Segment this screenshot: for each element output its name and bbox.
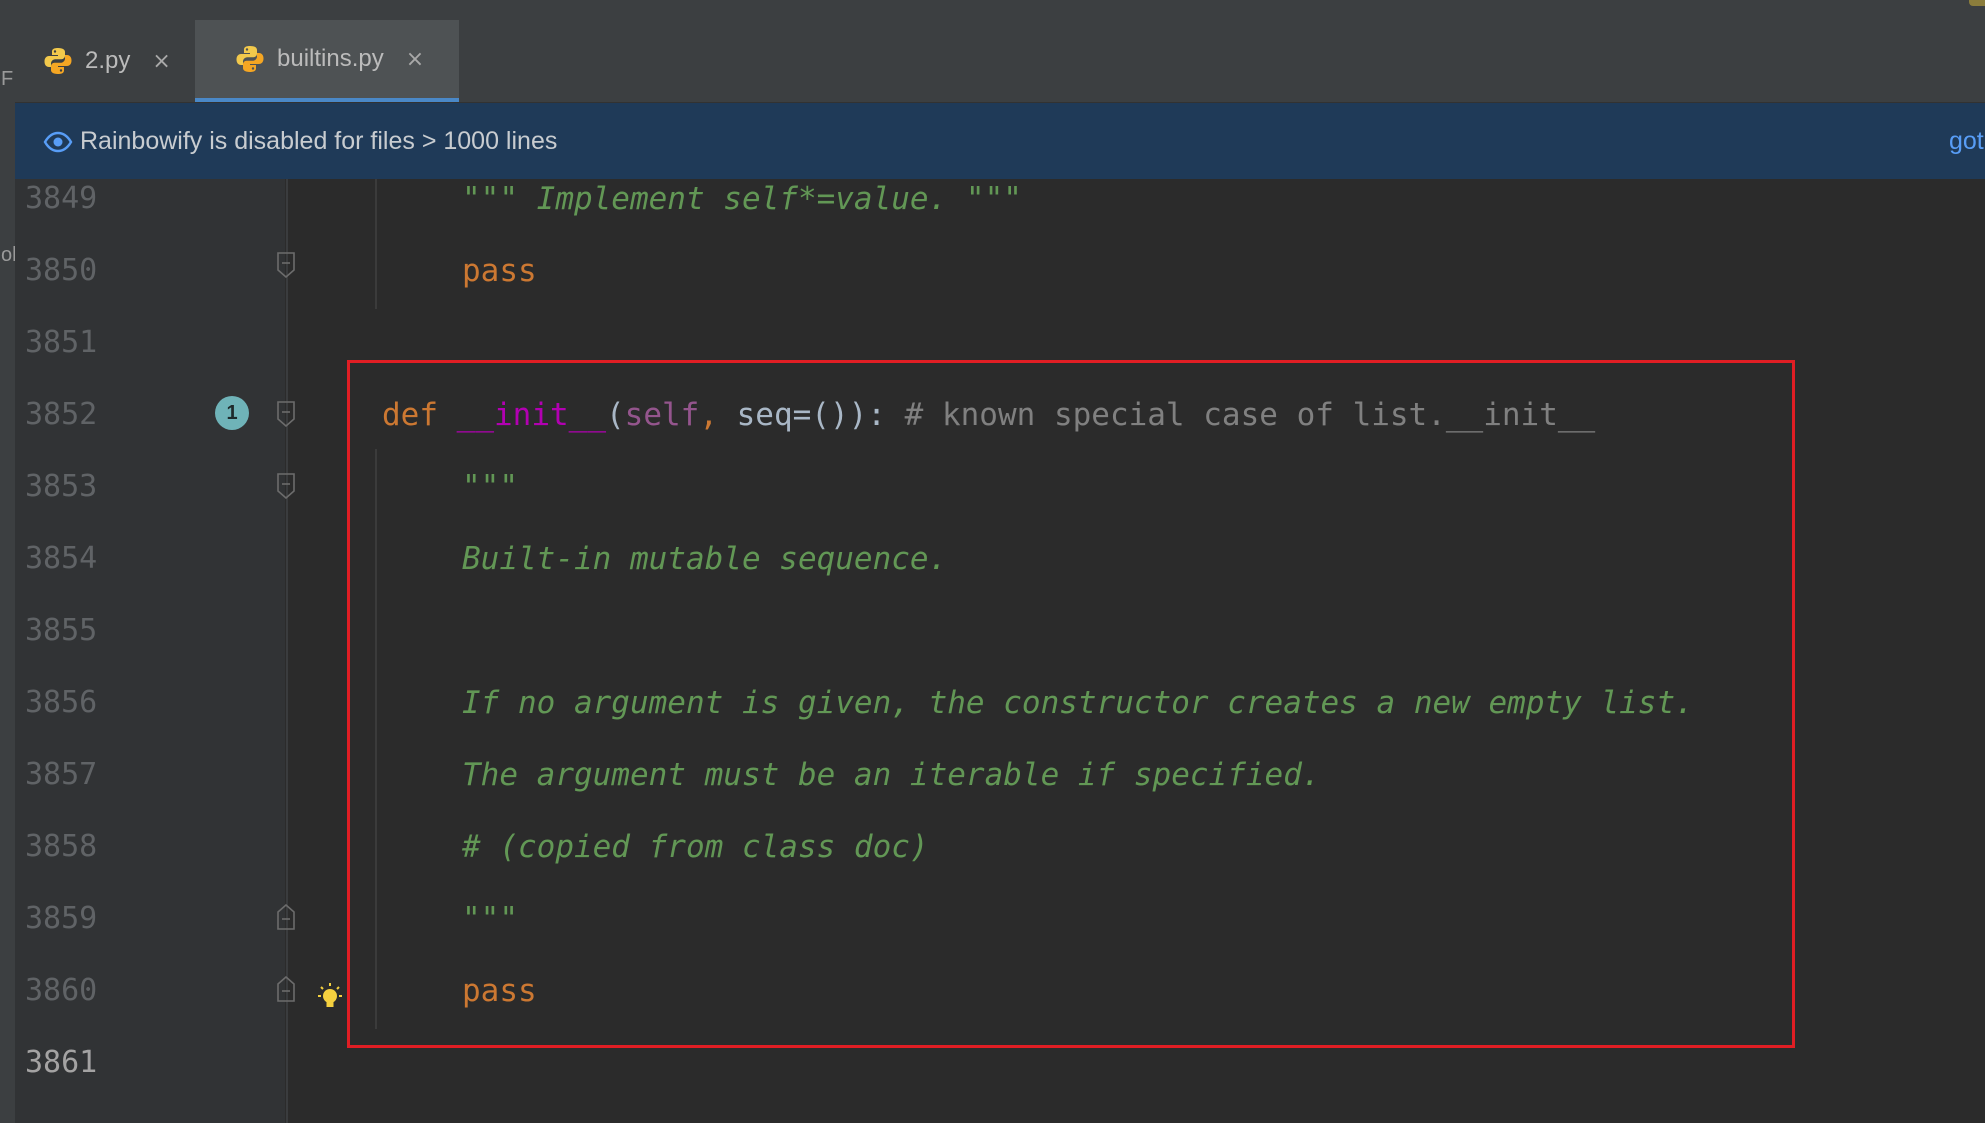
line-number: 3853 <box>25 469 98 504</box>
line-number: 3851 <box>25 325 98 360</box>
fold-icon[interactable] <box>276 473 296 499</box>
status-indicator <box>1969 0 1985 6</box>
line-number: 3854 <box>25 541 98 576</box>
python-icon <box>44 48 72 74</box>
left-strip-text-top: F <box>1 68 14 90</box>
close-icon[interactable]: × <box>406 47 424 72</box>
line-number: 3860 <box>25 973 98 1008</box>
line-number: 3859 <box>25 901 98 936</box>
line-number: 3856 <box>25 685 98 720</box>
fold-icon[interactable] <box>276 976 296 1002</box>
code-line: """ Implement self*=value. """ <box>462 181 1022 217</box>
fold-icon[interactable] <box>276 252 296 278</box>
tab-label: builtins.py <box>277 45 384 72</box>
line-number: 3850 <box>25 253 98 288</box>
override-badge-icon[interactable]: 1 <box>215 396 249 430</box>
editor-tab-bar: 2.py × builtins.py × <box>15 0 1985 103</box>
annotation-highlight-box <box>347 360 1795 1048</box>
code-line: pass <box>462 253 537 289</box>
banner-message: Rainbowify is disabled for files > 1000 … <box>80 127 558 155</box>
fold-icon[interactable] <box>276 904 296 930</box>
banner-action-link[interactable]: got <box>1949 127 1985 156</box>
indent-guide <box>375 179 377 309</box>
fold-icon[interactable] <box>276 401 296 427</box>
eye-icon <box>43 131 73 153</box>
left-tool-strip: F ol <box>0 0 17 1123</box>
line-number: 3855 <box>25 613 98 648</box>
line-number: 3858 <box>25 829 98 864</box>
tab-2py[interactable]: 2.py × <box>43 20 213 102</box>
python-icon <box>236 46 264 72</box>
line-number: 3857 <box>25 757 98 792</box>
tab-builtins[interactable]: builtins.py × <box>195 20 459 102</box>
notification-banner: Rainbowify is disabled for files > 1000 … <box>15 103 1985 179</box>
line-number: 3849 <box>25 181 98 216</box>
intention-bulb-icon[interactable] <box>315 982 345 1014</box>
tab-label: 2.py <box>85 47 131 74</box>
line-number: 3852 <box>25 397 98 432</box>
line-number-current: 3861 <box>25 1045 98 1080</box>
close-icon[interactable]: × <box>152 49 170 74</box>
